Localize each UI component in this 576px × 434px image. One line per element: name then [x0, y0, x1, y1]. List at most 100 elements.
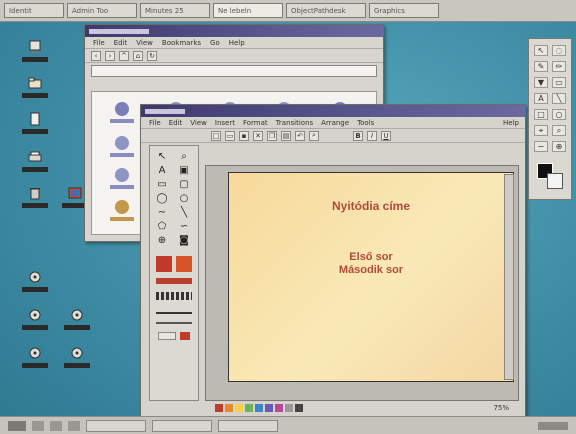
rectangle-tool-icon[interactable]: ▭	[154, 178, 170, 190]
italic-button[interactable]: I	[367, 130, 377, 141]
line-color-icon[interactable]	[176, 256, 192, 272]
desktop-icon[interactable]	[22, 112, 48, 134]
taskbar-task[interactable]	[86, 419, 146, 432]
clone-tool-icon[interactable]: ⊕	[552, 141, 566, 152]
arrow-style-icon[interactable]	[156, 312, 192, 314]
menu-edit[interactable]: Edit	[169, 119, 183, 127]
desktop-icon[interactable]	[22, 40, 48, 62]
save-button[interactable]: ▪	[239, 130, 249, 141]
taskbar-tab[interactable]: Graphics	[369, 3, 439, 18]
desktop-icon[interactable]	[64, 308, 90, 330]
home-button[interactable]: ⌂	[133, 50, 143, 61]
frame-tool-icon[interactable]: ▣	[176, 164, 192, 176]
menu-arrange[interactable]: Arrange	[321, 119, 349, 127]
desktop-icon[interactable]	[64, 346, 90, 368]
slide[interactable]: Nyitódia címe Első sor Második sor	[228, 172, 514, 382]
taskbar-tab[interactable]: ObjectPathdesk	[286, 3, 366, 18]
color-swatch[interactable]	[255, 404, 263, 412]
menu-tools[interactable]: Tools	[357, 119, 374, 127]
taskbar-tab[interactable]: Admin Too	[67, 3, 137, 18]
lasso-tool-icon[interactable]: ◌	[552, 45, 566, 56]
open-button[interactable]: ▭	[225, 130, 235, 141]
presentation-titlebar[interactable]	[141, 105, 525, 117]
taskbar-task[interactable]	[218, 419, 278, 432]
color-swatch[interactable]	[275, 404, 283, 412]
menu-file[interactable]: File	[93, 39, 105, 47]
menu-help[interactable]: Help	[229, 39, 245, 47]
cut-button[interactable]: ✕	[253, 130, 263, 141]
line-tool-icon[interactable]: ╲	[552, 93, 566, 104]
taskbar-launcher-icon[interactable]	[68, 420, 80, 431]
menu-help[interactable]: Help	[503, 119, 519, 127]
ellipse-tool-icon[interactable]: ◯	[154, 192, 170, 204]
text-tool-icon[interactable]: A	[534, 93, 548, 104]
text-color-icon[interactable]	[158, 332, 176, 340]
slide-title[interactable]: Nyitódia címe	[229, 199, 513, 213]
desktop-icon[interactable]	[22, 270, 48, 292]
bold-button[interactable]: B	[353, 130, 363, 141]
menu-bookmarks[interactable]: Bookmarks	[162, 39, 201, 47]
menu-edit[interactable]: Edit	[114, 39, 128, 47]
menu-view[interactable]: View	[190, 119, 207, 127]
color-swatch[interactable]	[235, 404, 243, 412]
line-style-icon[interactable]	[156, 292, 192, 300]
fill-color-icon[interactable]	[156, 256, 172, 272]
vertical-scrollbar[interactable]	[504, 174, 514, 380]
undo-button[interactable]: ↶	[295, 130, 305, 141]
dash-style-icon[interactable]	[156, 322, 192, 324]
new-button[interactable]: □	[211, 130, 221, 141]
ellipse-tool-icon[interactable]: ○	[552, 109, 566, 120]
smudge-tool-icon[interactable]: ∽	[534, 141, 548, 152]
color-swatch[interactable]	[265, 404, 273, 412]
menu-transitions[interactable]: Transitions	[276, 119, 314, 127]
up-button[interactable]: ^	[119, 50, 129, 61]
file-item[interactable]	[110, 200, 134, 221]
taskbar-tab[interactable]: Identit	[4, 3, 64, 18]
slide-body[interactable]: Első sor Második sor	[229, 251, 513, 277]
menu-view[interactable]: View	[136, 39, 153, 47]
connector-tool-icon[interactable]: ⊕	[154, 234, 170, 246]
brush-tool-icon[interactable]: ✎	[534, 61, 548, 72]
desktop-icon[interactable]	[22, 346, 48, 368]
color-swatch[interactable]	[285, 404, 293, 412]
taskbar-task[interactable]	[152, 419, 212, 432]
file-manager-titlebar[interactable]	[85, 25, 383, 37]
pencil-tool-icon[interactable]: ✏	[552, 61, 566, 72]
paste-button[interactable]: ▤	[281, 130, 291, 141]
forward-button[interactable]: ›	[105, 50, 115, 61]
taskbar-launcher-icon[interactable]	[50, 420, 62, 431]
arrow-tool-icon[interactable]: ↖	[154, 150, 170, 162]
freehand-tool-icon[interactable]: ∽	[176, 220, 192, 232]
color-swatch[interactable]	[295, 404, 303, 412]
rect-tool-icon[interactable]: □	[534, 109, 548, 120]
text-tool-icon[interactable]: A	[154, 164, 170, 176]
picker-tool-icon[interactable]: ⌖	[534, 125, 548, 136]
color-swatch[interactable]	[215, 404, 223, 412]
eraser-tool-icon[interactable]: ▭	[552, 77, 566, 88]
menu-insert[interactable]: Insert	[215, 119, 235, 127]
curve-tool-icon[interactable]: ∼	[154, 206, 170, 218]
taskbar-tab[interactable]: Ne lebeln	[213, 3, 283, 18]
effects-tool-icon[interactable]: ◙	[176, 234, 192, 246]
start-menu-icon[interactable]	[8, 420, 26, 431]
select-tool-icon[interactable]: ↖	[534, 45, 548, 56]
menu-go[interactable]: Go	[210, 39, 220, 47]
menu-format[interactable]: Format	[243, 119, 268, 127]
taskbar-launcher-icon[interactable]	[32, 420, 44, 431]
back-button[interactable]: ‹	[91, 50, 101, 61]
menu-file[interactable]: File	[149, 119, 161, 127]
underline-button[interactable]: U	[381, 130, 391, 141]
desktop-icon[interactable]	[22, 186, 48, 208]
desktop-icon[interactable]	[22, 76, 48, 98]
rounded-rect-tool-icon[interactable]: ▢	[176, 178, 192, 190]
desktop-icon[interactable]	[22, 150, 48, 172]
file-item[interactable]	[110, 102, 134, 123]
background-color-icon[interactable]	[547, 173, 563, 189]
copy-button[interactable]: ❐	[267, 130, 277, 141]
shadow-tool-icon[interactable]	[156, 278, 192, 284]
zoom-tool-icon[interactable]: ⌕	[552, 125, 566, 136]
reload-button[interactable]: ↻	[147, 50, 157, 61]
file-item[interactable]	[110, 168, 134, 189]
color-swatch[interactable]	[225, 404, 233, 412]
line-tool-icon[interactable]: ╲	[176, 206, 192, 218]
